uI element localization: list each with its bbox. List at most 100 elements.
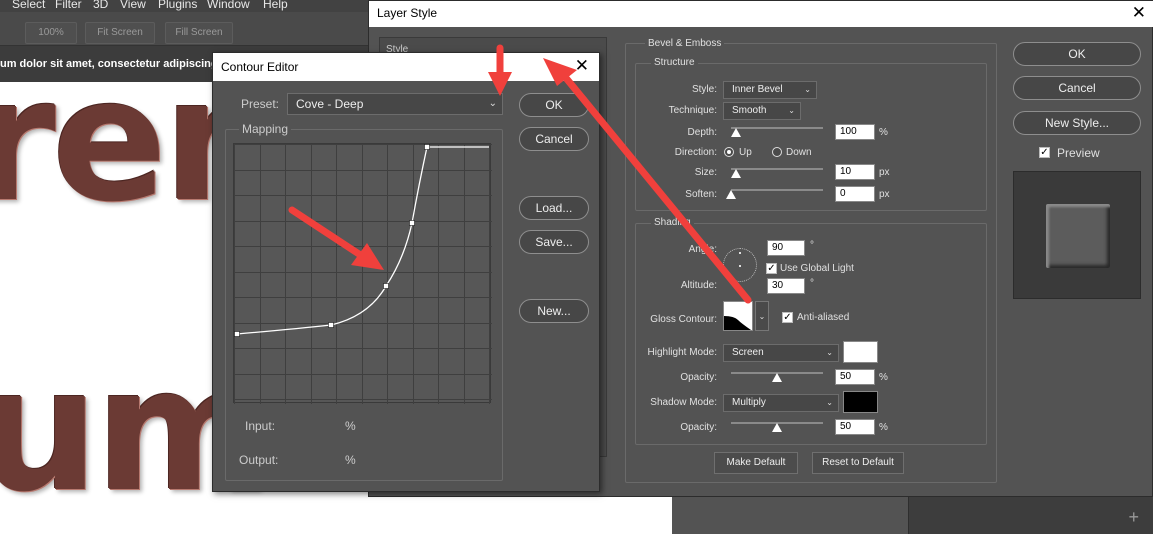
contour-graph-svg[interactable]: [234, 144, 492, 404]
shadow-mode-value: Multiply: [732, 397, 766, 408]
make-default-button[interactable]: Make Default: [714, 452, 798, 474]
document-text: um dolor sit amet, consectetur adipiscin…: [0, 58, 218, 70]
contour-ok-button[interactable]: OK: [519, 93, 589, 117]
layer-style-title: Layer Style: [377, 6, 438, 20]
preview-checkbox[interactable]: ✓: [1039, 147, 1050, 158]
options-bar: 100% Fit Screen Fill Screen: [0, 12, 380, 46]
menu-view[interactable]: View: [120, 0, 146, 11]
chevron-down-icon: ⌄: [788, 106, 795, 115]
size-label: Size:: [694, 167, 717, 178]
soften-slider-thumb[interactable]: [726, 190, 736, 199]
shadow-opacity-thumb[interactable]: [772, 423, 782, 432]
soften-input[interactable]: 0: [835, 186, 875, 202]
curve-point-5[interactable]: [424, 144, 430, 150]
output-unit: %: [345, 453, 356, 467]
anti-aliased-checkbox[interactable]: ✓: [782, 312, 793, 323]
style-select[interactable]: Inner Bevel ⌄: [723, 81, 817, 99]
curve-point-1[interactable]: [234, 331, 240, 337]
highlight-color-swatch[interactable]: [843, 341, 878, 363]
size-slider-track[interactable]: [731, 168, 823, 170]
mapping-heading: Mapping: [239, 122, 292, 136]
highlight-opacity-input[interactable]: 50: [835, 369, 875, 385]
menu-help[interactable]: Help: [263, 0, 288, 11]
menu-filter[interactable]: Filter: [55, 0, 82, 11]
soften-label: Soften:: [685, 189, 717, 200]
depth-label: Depth:: [687, 127, 717, 138]
preview-label: Preview: [1057, 146, 1100, 160]
depth-slider-track[interactable]: [731, 127, 823, 129]
new-style-button[interactable]: New Style...: [1013, 111, 1141, 135]
angle-dial-indicator: [739, 252, 741, 254]
save-button[interactable]: Save...: [519, 230, 589, 254]
close-icon[interactable]: ✕: [1132, 3, 1146, 23]
fill-screen-button[interactable]: Fill Screen: [165, 22, 233, 44]
angle-input[interactable]: 90: [767, 240, 805, 256]
shadow-opacity-input[interactable]: 50: [835, 419, 875, 435]
style-preview-swatch: [1046, 204, 1110, 268]
depth-slider-thumb[interactable]: [730, 128, 741, 137]
new-button[interactable]: New...: [519, 299, 589, 323]
direction-down-label: Down: [786, 147, 812, 158]
reset-to-default-button[interactable]: Reset to Default: [812, 452, 904, 474]
close-icon[interactable]: ✕: [575, 56, 589, 76]
gloss-contour-thumbnail[interactable]: [723, 301, 753, 331]
chevron-down-icon: ⌄: [488, 98, 497, 109]
highlight-mode-label: Highlight Mode:: [647, 347, 717, 358]
depth-input[interactable]: 100: [835, 124, 875, 140]
size-unit: px: [879, 167, 890, 178]
fit-screen-button[interactable]: Fit Screen: [85, 22, 155, 44]
shading-heading: Shading: [651, 217, 694, 228]
highlight-opacity-unit: %: [879, 372, 888, 383]
shadow-color-swatch[interactable]: [843, 391, 878, 413]
size-slider-thumb[interactable]: [730, 169, 741, 178]
curve-point-4[interactable]: [409, 220, 415, 226]
direction-up-label: Up: [739, 147, 752, 158]
graph-gridlines: [234, 144, 492, 404]
contour-editor-title: Contour Editor: [221, 60, 299, 74]
soften-slider-track[interactable]: [731, 189, 823, 191]
menu-select[interactable]: Select: [12, 0, 45, 11]
zoom-100-button[interactable]: 100%: [25, 22, 77, 44]
cancel-button[interactable]: Cancel: [1013, 76, 1141, 100]
chevron-down-icon[interactable]: ⌄: [755, 301, 769, 331]
curve-point-3[interactable]: [383, 283, 389, 289]
contour-preview-icon: [724, 316, 752, 330]
altitude-input[interactable]: 30: [767, 278, 805, 294]
style-select-value: Inner Bevel: [732, 84, 783, 95]
size-input[interactable]: 10: [835, 164, 875, 180]
style-preview-box: [1013, 171, 1141, 299]
shadow-opacity-label: Opacity:: [680, 422, 717, 433]
depth-unit: %: [879, 127, 888, 138]
contour-cancel-button[interactable]: Cancel: [519, 127, 589, 151]
load-button[interactable]: Load...: [519, 196, 589, 220]
preset-select[interactable]: Cove - Deep ⌄: [287, 93, 503, 115]
contour-graph[interactable]: [233, 143, 492, 404]
curve-point-2[interactable]: [328, 322, 334, 328]
chevron-down-icon: ⌄: [826, 348, 833, 357]
highlight-mode-select[interactable]: Screen ⌄: [723, 344, 839, 362]
angle-unit: °: [810, 240, 814, 251]
anti-aliased-label: Anti-aliased: [797, 312, 850, 323]
menu-3d[interactable]: 3D: [93, 0, 108, 11]
global-light-checkbox[interactable]: ✓: [766, 263, 777, 274]
menu-window[interactable]: Window: [207, 0, 250, 11]
contour-editor-titlebar[interactable]: Contour Editor ✕: [213, 53, 599, 81]
ok-button[interactable]: OK: [1013, 42, 1141, 66]
direction-label: Direction:: [674, 147, 717, 158]
technique-select[interactable]: Smooth ⌄: [723, 102, 801, 120]
bevel-emboss-heading: Bevel & Emboss: [645, 38, 725, 49]
gloss-contour-label: Gloss Contour:: [650, 314, 717, 325]
soften-unit: px: [879, 189, 890, 200]
direction-up-radio[interactable]: [724, 147, 734, 157]
altitude-unit: °: [810, 278, 814, 289]
menu-plugins[interactable]: Plugins: [158, 0, 197, 11]
layer-style-titlebar[interactable]: Layer Style ✕: [369, 1, 1153, 27]
direction-down-radio[interactable]: [772, 147, 782, 157]
style-label: Style:: [691, 84, 717, 95]
highlight-opacity-label: Opacity:: [680, 372, 717, 383]
highlight-opacity-thumb[interactable]: [772, 373, 782, 382]
angle-dial[interactable]: [723, 248, 757, 282]
preset-label: Preset:: [241, 97, 280, 111]
shadow-mode-select[interactable]: Multiply ⌄: [723, 394, 839, 412]
add-icon[interactable]: +: [1128, 507, 1139, 528]
